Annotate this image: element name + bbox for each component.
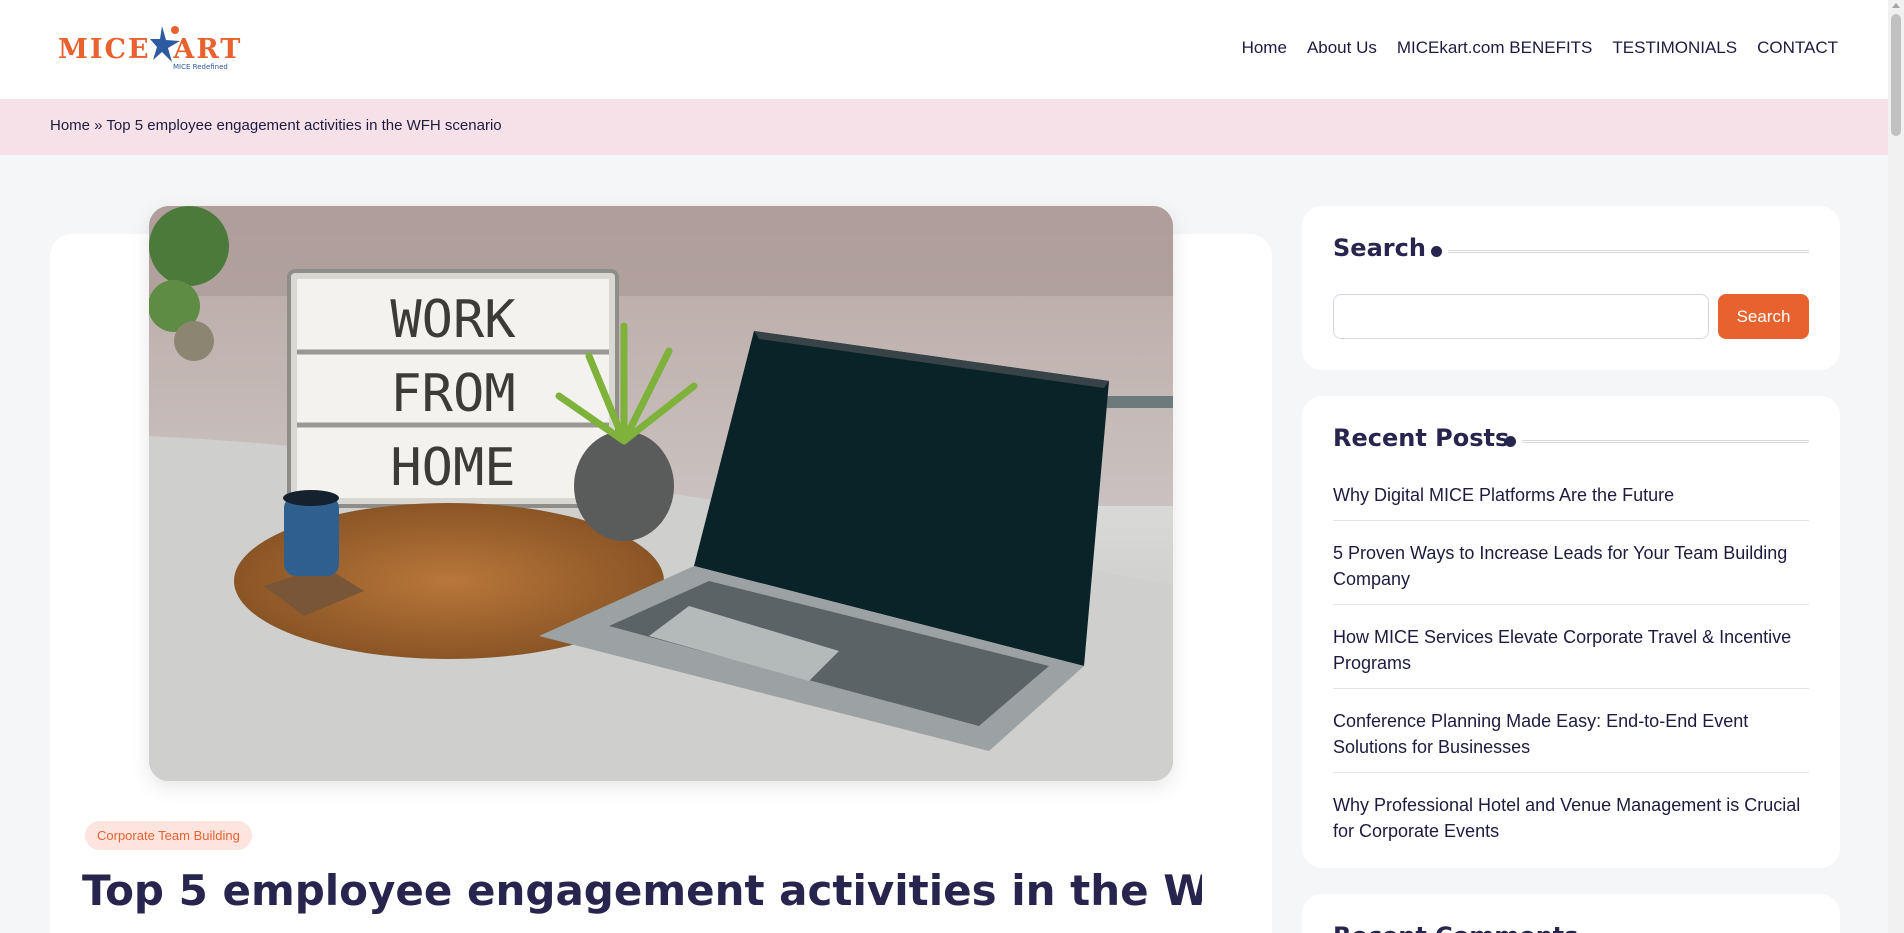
logo-star-icon <box>150 26 180 62</box>
recent-posts-widget: Recent Posts Why Digital MICE Platforms … <box>1302 396 1840 868</box>
lightbox-line-3: HOME <box>390 438 515 498</box>
breadcrumb-band: Home » Top 5 employee engagement activit… <box>0 99 1888 155</box>
title-divider <box>1448 250 1809 253</box>
recent-post-link[interactable]: Conference Planning Made Easy: End-to-En… <box>1333 708 1809 760</box>
list-item: How MICE Services Elevate Corporate Trav… <box>1333 624 1809 689</box>
page-scrollbar[interactable] <box>1888 0 1904 933</box>
recent-posts-list: Why Digital MICE Platforms Are the Futur… <box>1333 482 1809 875</box>
recent-posts-title: Recent Posts <box>1333 424 1510 452</box>
site-header: MICE ART MICE Redefined Home About Us MI… <box>0 0 1888 99</box>
breadcrumb-separator: » <box>90 117 107 134</box>
recent-post-link[interactable]: How MICE Services Elevate Corporate Trav… <box>1333 624 1809 676</box>
breadcrumb-current: Top 5 employee engagement activities in … <box>106 117 502 134</box>
category-tag[interactable]: Corporate Team Building <box>85 821 252 850</box>
search-widget: Search Search <box>1302 206 1840 370</box>
lightbox-line-2: FROM <box>390 364 515 424</box>
nav-benefits[interactable]: MICEkart.com BENEFITS <box>1397 38 1593 58</box>
recent-comments-title: Recent Comments <box>1333 922 1578 933</box>
nav-about-us[interactable]: About Us <box>1307 38 1377 58</box>
lightbox-line-1: WORK <box>390 290 516 350</box>
title-dot-icon <box>1505 436 1516 447</box>
recent-comments-widget: Recent Comments <box>1302 894 1840 933</box>
site-logo[interactable]: MICE ART MICE Redefined <box>58 24 254 74</box>
scroll-up-icon[interactable] <box>1892 3 1900 8</box>
list-item: Why Professional Hotel and Venue Managem… <box>1333 792 1809 856</box>
list-item: Conference Planning Made Easy: End-to-En… <box>1333 708 1809 773</box>
recent-post-link[interactable]: 5 Proven Ways to Increase Leads for Your… <box>1333 540 1809 592</box>
nav-home[interactable]: Home <box>1242 38 1287 58</box>
breadcrumb-home[interactable]: Home <box>50 117 90 134</box>
title-dot-icon <box>1431 246 1442 257</box>
breadcrumb: Home » Top 5 employee engagement activit… <box>50 117 502 134</box>
list-item: 5 Proven Ways to Increase Leads for Your… <box>1333 540 1809 605</box>
logo-tagline: MICE Redefined <box>173 63 228 71</box>
post-title: Top 5 employee engagement activities in … <box>82 866 1202 915</box>
featured-image: WORK FROM HOME <box>149 206 1173 781</box>
search-input[interactable] <box>1333 294 1709 339</box>
nav-testimonials[interactable]: TESTIMONIALS <box>1612 38 1737 58</box>
recent-post-link[interactable]: Why Digital MICE Platforms Are the Futur… <box>1333 482 1809 508</box>
title-divider <box>1522 440 1809 443</box>
search-widget-title: Search <box>1333 234 1426 262</box>
work-from-home-photo: WORK FROM HOME <box>149 206 1173 781</box>
nav-contact[interactable]: CONTACT <box>1757 38 1838 58</box>
scrollbar-thumb[interactable] <box>1891 14 1901 136</box>
main-nav: Home About Us MICEkart.com BENEFITS TEST… <box>1242 38 1838 58</box>
search-button[interactable]: Search <box>1718 294 1809 339</box>
list-item: Why Digital MICE Platforms Are the Futur… <box>1333 482 1809 521</box>
recent-post-link[interactable]: Why Professional Hotel and Venue Managem… <box>1333 792 1809 844</box>
